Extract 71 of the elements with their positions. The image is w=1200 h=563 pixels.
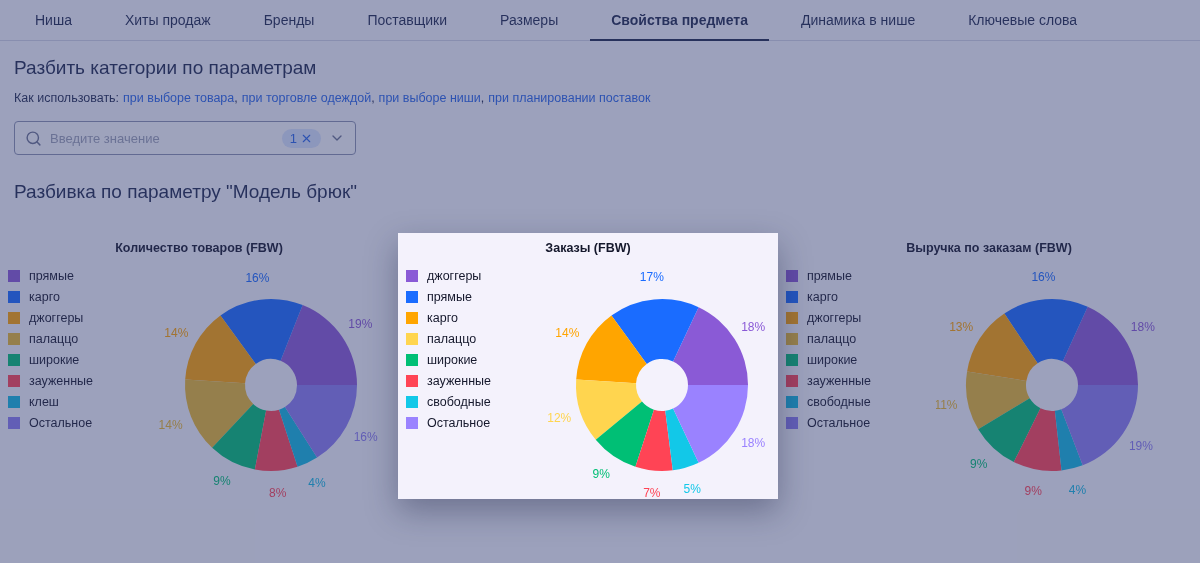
legend-label: карго xyxy=(427,311,458,325)
legend-label: Остальное xyxy=(807,416,871,430)
legend-label: широкие xyxy=(807,353,858,367)
tab[interactable]: Динамика в нише xyxy=(779,0,937,41)
value-label: 19% xyxy=(1128,439,1153,454)
value-label: 8% xyxy=(269,485,287,500)
value-label: 9% xyxy=(1024,484,1042,499)
separator: , xyxy=(234,91,238,105)
tab[interactable]: Ключевые слова xyxy=(947,0,1099,41)
value-label: 12% xyxy=(547,411,572,426)
usage-label: Как использовать: xyxy=(14,91,120,105)
section-title: Разбивка по параметру "Модель брюк" xyxy=(14,181,358,203)
tab[interactable]: Поставщики xyxy=(346,0,468,41)
legend-label: прямые xyxy=(427,290,472,304)
tab[interactable]: Размеры xyxy=(479,0,580,41)
value-label: 14% xyxy=(158,417,183,432)
chart-title: Количество товаров (FBW) xyxy=(114,241,284,255)
value-label: 17% xyxy=(639,270,664,285)
search-icon xyxy=(25,129,42,147)
tab[interactable]: Ниша xyxy=(14,0,93,41)
legend-label: широкие xyxy=(29,353,80,367)
legend-label: зауженные xyxy=(29,374,93,388)
legend-label: карго xyxy=(807,290,838,304)
value-label: 16% xyxy=(353,430,378,445)
value-label: 4% xyxy=(308,475,326,490)
value-label: 5% xyxy=(683,481,701,496)
value-label: 9% xyxy=(213,474,231,489)
legend-label: прямые xyxy=(807,269,852,283)
value-label: 9% xyxy=(970,457,988,472)
value-label: 19% xyxy=(348,317,373,332)
legend-label: джоггеры xyxy=(807,311,862,325)
value-label: 4% xyxy=(1068,482,1087,497)
value-label: 9% xyxy=(592,467,610,482)
tab[interactable]: Свойства предмета xyxy=(590,0,769,41)
value-label: 16% xyxy=(1031,270,1056,285)
pie-slice xyxy=(212,403,267,470)
value-label: 18% xyxy=(741,320,766,335)
separator: , xyxy=(480,91,485,105)
value-label: 16% xyxy=(245,270,270,285)
separator: , xyxy=(371,91,375,105)
value-label: 14% xyxy=(555,325,580,340)
legend-label: широкие xyxy=(427,353,478,367)
usage-link[interactable]: при планировании поставок xyxy=(488,91,651,105)
legend-label: джоггеры xyxy=(427,269,482,283)
chart-title: Заказы (FBW) xyxy=(544,241,632,255)
legend-label: Остальное xyxy=(427,416,491,430)
value-label: 18% xyxy=(741,435,766,450)
value-label: 11% xyxy=(936,398,958,413)
value-label: 18% xyxy=(1130,319,1155,334)
pie-slice xyxy=(966,371,1030,430)
legend-label: прямые xyxy=(29,269,74,283)
legend-label: джоггеры xyxy=(29,311,84,325)
legend-label: палаццо xyxy=(807,332,857,346)
legend-label: карго xyxy=(29,290,60,304)
count-chip[interactable]: 1 xyxy=(281,128,321,148)
value-label: 14% xyxy=(164,325,189,340)
legend-label: Остальное xyxy=(29,416,93,430)
legend-label: свободные xyxy=(807,395,871,409)
chart-title: Выручка по заказам (FBW) xyxy=(905,241,1073,255)
value-label: 7% xyxy=(643,485,661,500)
value-label: 13% xyxy=(949,319,974,334)
legend-label: клеш xyxy=(29,395,59,409)
legend-label: зауженные xyxy=(807,374,871,388)
legend-label: свободные xyxy=(427,395,491,409)
usage-link[interactable]: при выборе ниши xyxy=(378,91,481,105)
page-heading: Разбить категории по параметрам xyxy=(14,57,318,79)
tab[interactable]: Бренды xyxy=(242,0,336,41)
legend-label: палаццо xyxy=(427,332,477,346)
tab[interactable]: Хиты продаж xyxy=(103,0,232,41)
legend-label: зауженные xyxy=(427,374,491,388)
legend-label: палаццо xyxy=(29,332,79,346)
